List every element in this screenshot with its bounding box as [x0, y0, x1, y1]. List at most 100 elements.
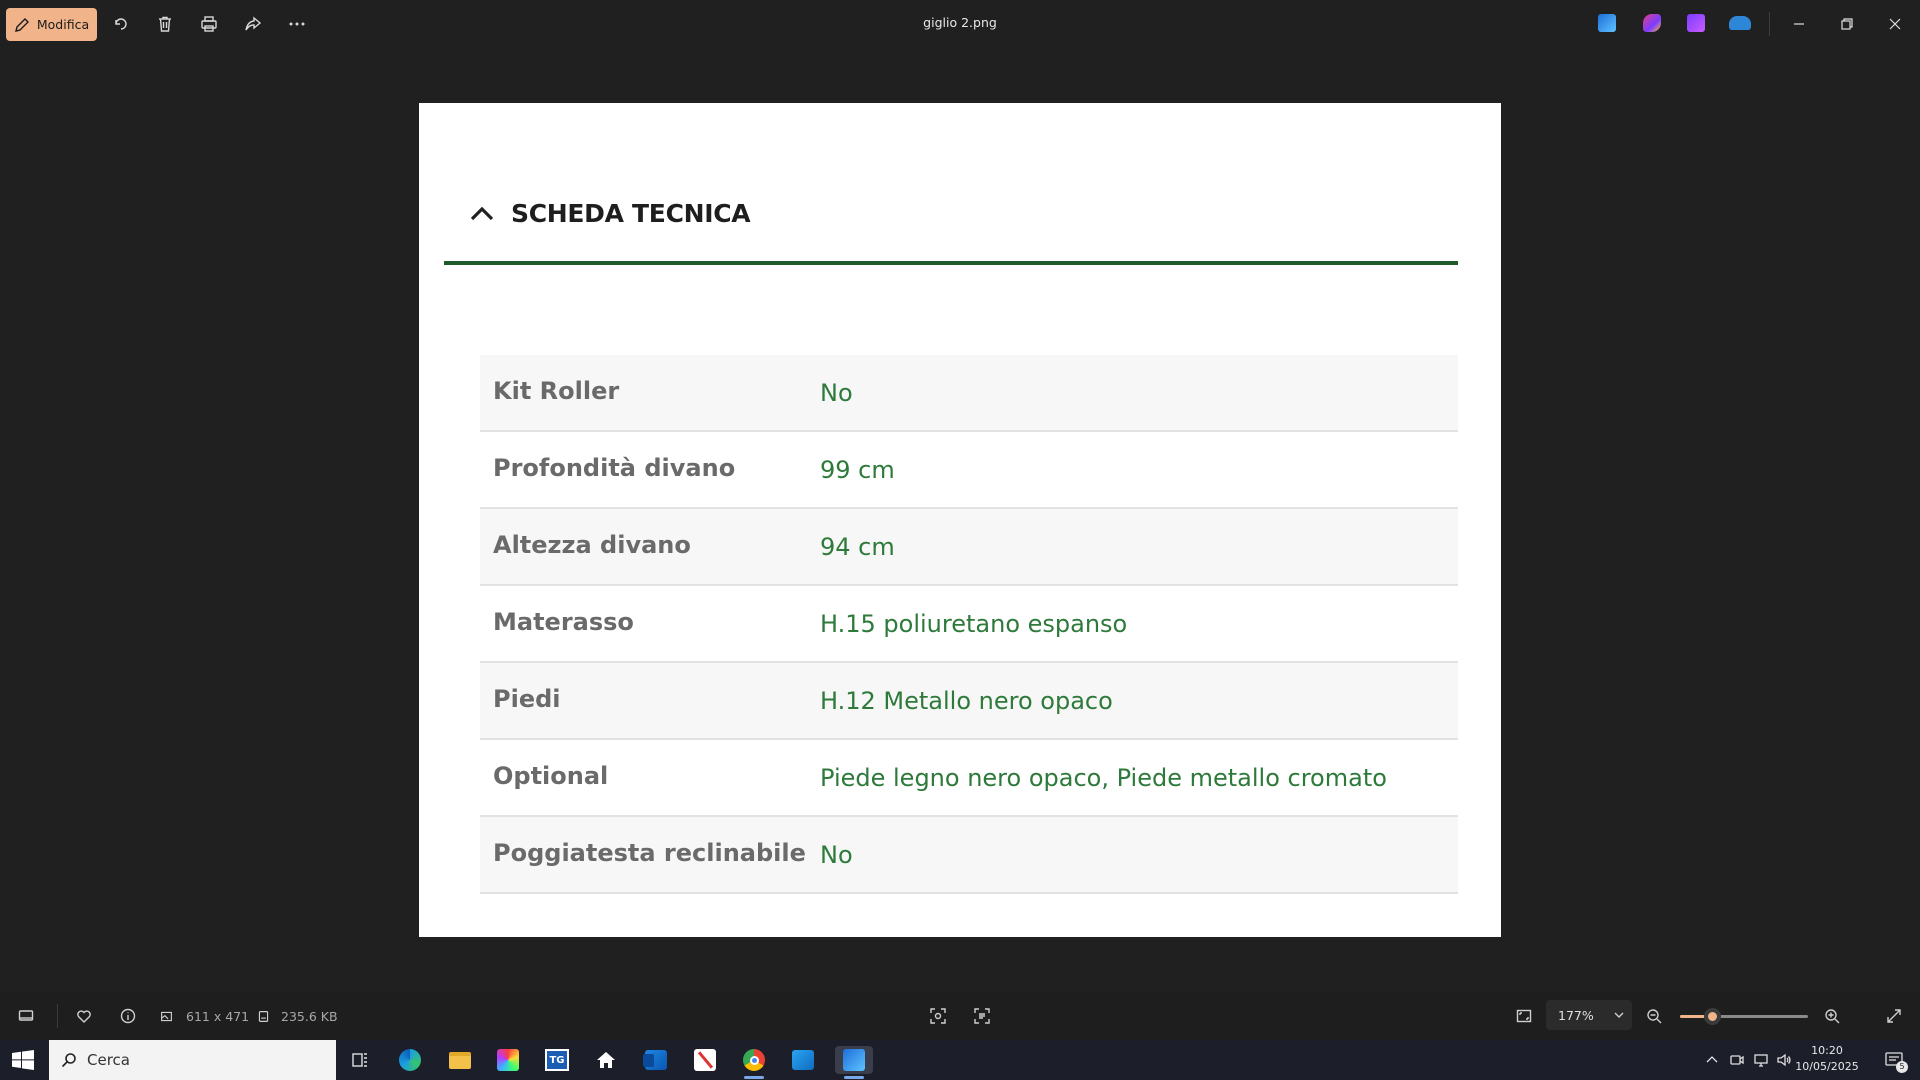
minimize-button[interactable] [1786, 12, 1812, 36]
more-button[interactable] [285, 12, 309, 36]
chrome-taskbar-button[interactable] [740, 1046, 768, 1079]
zoom-value: 177% [1558, 1007, 1594, 1023]
image-dimensions: 611 x 471 [186, 1009, 250, 1024]
filmstrip-button[interactable] [14, 1004, 38, 1028]
spec-key: Poggiatesta reclinabile [493, 838, 806, 867]
tray-volume-button[interactable] [1776, 1052, 1792, 1068]
spec-key: Altezza divano [493, 530, 691, 559]
title-separator [1769, 12, 1770, 36]
notification-center-button[interactable]: 5 [1884, 1050, 1908, 1073]
spec-key: Materasso [493, 607, 634, 636]
text-scan-icon [974, 1008, 990, 1024]
section-title: SCHEDA TECNICA [511, 199, 751, 228]
file-size: 235.6 KB [281, 1009, 338, 1024]
text-extract-button[interactable] [970, 1004, 994, 1028]
favorite-button[interactable] [72, 1004, 96, 1028]
palette-app-icon [497, 1049, 519, 1071]
snipping-tool-icon [694, 1049, 716, 1071]
edit-icon [14, 17, 29, 32]
search-icon [61, 1053, 76, 1068]
zoom-slider-thumb[interactable] [1703, 1008, 1721, 1025]
spec-table: Kit Roller No Profondità divano 99 cm Al… [480, 355, 1458, 894]
edge-taskbar-button[interactable] [396, 1046, 424, 1074]
spec-value: Piede legno nero opaco, Piede metallo cr… [820, 763, 1387, 792]
more-icon [289, 22, 305, 26]
zoom-out-button[interactable] [1642, 1004, 1666, 1028]
zoom-in-icon [1825, 1009, 1840, 1024]
zoom-slider[interactable] [1680, 1008, 1808, 1025]
share-icon [245, 16, 262, 31]
photo-app-taskbar-button[interactable] [494, 1046, 522, 1074]
spec-value: No [820, 378, 853, 407]
image-canvas[interactable]: SCHEDA TECNICA Kit Roller No Profondità … [419, 103, 1501, 937]
taskbar-search[interactable]: Cerca [49, 1040, 336, 1080]
spec-key: Profondità divano [493, 453, 736, 482]
spec-value: 94 cm [820, 532, 895, 561]
title-bar: Modifica giglio 2.png [0, 0, 1920, 48]
zoom-in-button[interactable] [1820, 1004, 1844, 1028]
onedrive-icon[interactable] [1729, 16, 1751, 30]
tray-overflow-button[interactable] [1704, 1052, 1720, 1068]
task-view-button[interactable] [346, 1046, 374, 1074]
section-header: SCHEDA TECNICA [469, 199, 751, 228]
heart-icon [77, 1010, 91, 1023]
store-taskbar-button[interactable] [789, 1046, 817, 1074]
photos-icon [843, 1049, 865, 1071]
snipping-tool-taskbar-button[interactable] [691, 1046, 719, 1074]
designer-app-icon[interactable] [1598, 14, 1616, 32]
zoom-dropdown[interactable]: 177% [1546, 1000, 1632, 1030]
running-indicator [844, 1076, 864, 1079]
notification-count: 5 [1896, 1061, 1908, 1073]
photos-taskbar-button[interactable] [835, 1046, 873, 1079]
rotate-button[interactable] [109, 12, 133, 36]
clock-date: 10/05/2025 [1795, 1060, 1859, 1073]
status-separator [57, 1004, 58, 1028]
table-row: Kit Roller No [480, 355, 1458, 432]
explorer-taskbar-button[interactable] [446, 1046, 474, 1074]
zoom-out-icon [1647, 1009, 1662, 1024]
table-row: Materasso H.15 poliuretano espanso [480, 586, 1458, 663]
fit-to-window-button[interactable] [1512, 1004, 1536, 1028]
chrome-icon [743, 1049, 765, 1071]
edit-button[interactable]: Modifica [6, 8, 97, 41]
tray-clock[interactable]: 10:20 10/05/2025 [1792, 1043, 1862, 1075]
chevron-up-icon [470, 206, 494, 220]
chevron-up-icon [1706, 1056, 1718, 1063]
section-divider [444, 261, 1458, 265]
volume-icon [1777, 1053, 1791, 1067]
share-button[interactable] [241, 12, 265, 36]
print-button[interactable] [197, 12, 221, 36]
dimensions-icon [156, 1004, 176, 1028]
clipchamp-icon[interactable] [1643, 14, 1661, 32]
restore-button[interactable] [1834, 12, 1860, 36]
tg-app-icon: TG [545, 1049, 569, 1071]
spec-value: H.12 Metallo nero opaco [820, 686, 1113, 715]
video-editor-icon[interactable] [1687, 14, 1705, 32]
spec-key: Optional [493, 761, 609, 790]
info-button[interactable] [116, 1004, 140, 1028]
tray-meet-button[interactable] [1729, 1052, 1745, 1068]
tray-network-button[interactable] [1753, 1052, 1769, 1068]
fullscreen-button[interactable] [1882, 1004, 1906, 1028]
restore-icon [1841, 18, 1853, 30]
table-row: Profondità divano 99 cm [480, 432, 1458, 509]
status-bar: 611 x 471 235.6 KB 177% [0, 992, 1920, 1040]
edge-icon [399, 1049, 421, 1071]
minimize-icon [1794, 23, 1804, 25]
table-row: Poggiatesta reclinabile No [480, 817, 1458, 894]
visual-search-button[interactable] [926, 1004, 950, 1028]
table-row: Altezza divano 94 cm [480, 509, 1458, 586]
windows-start-icon[interactable] [12, 1050, 34, 1070]
tg-app-taskbar-button[interactable]: TG [543, 1046, 571, 1074]
home-app-taskbar-button[interactable] [592, 1046, 620, 1074]
table-row: Piedi H.12 Metallo nero opaco [480, 663, 1458, 740]
filmstrip-icon [18, 1010, 34, 1021]
spec-value: 99 cm [820, 455, 895, 484]
delete-button[interactable] [153, 12, 177, 36]
spec-value: H.15 poliuretano espanso [820, 609, 1128, 638]
close-button[interactable] [1882, 12, 1908, 36]
task-view-icon [352, 1053, 367, 1067]
outlook-taskbar-button[interactable] [642, 1046, 670, 1074]
rotate-icon [115, 18, 127, 30]
chevron-down-icon [1614, 1012, 1624, 1018]
